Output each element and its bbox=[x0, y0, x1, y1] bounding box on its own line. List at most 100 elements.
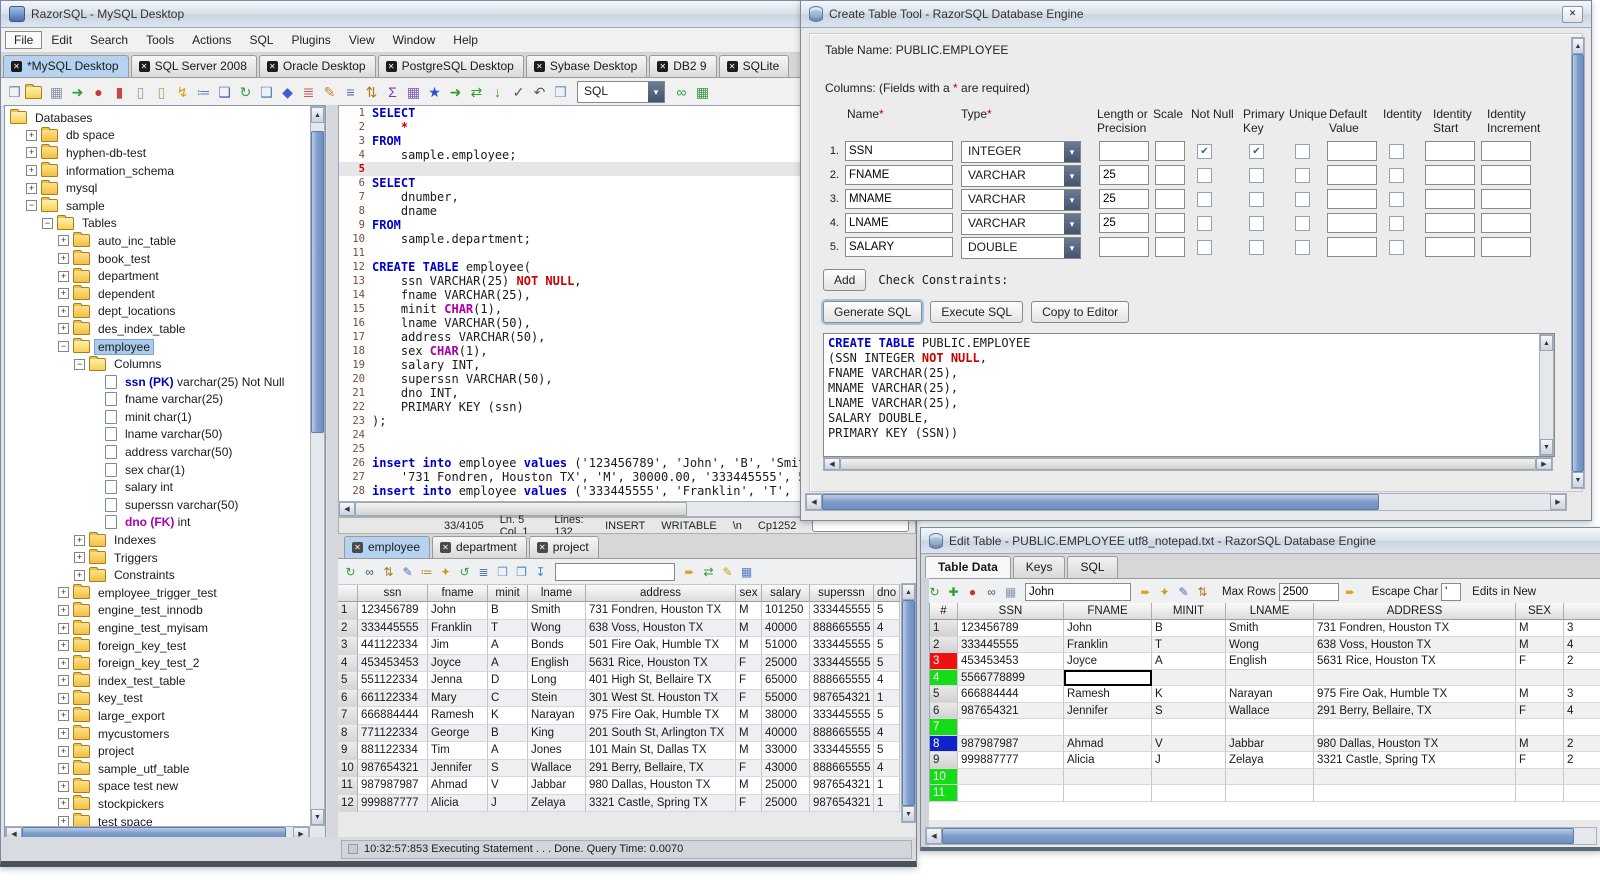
cell[interactable]: 40000 bbox=[762, 619, 810, 637]
apply-max-rows-icon[interactable]: ➨ bbox=[1342, 583, 1359, 600]
connection-tab-oracle-desktop[interactable]: ✕ Oracle Desktop bbox=[258, 55, 376, 77]
close-tab-icon[interactable]: ✕ bbox=[657, 60, 669, 72]
edit-cell-icon[interactable]: ✎ bbox=[1175, 583, 1192, 600]
cell[interactable]: Tim bbox=[428, 742, 488, 760]
scale-input[interactable] bbox=[1155, 189, 1185, 209]
cell[interactable]: 987987987 bbox=[958, 735, 1064, 752]
close-tab-icon[interactable]: ✕ bbox=[138, 60, 150, 72]
identity-checkbox-icon[interactable] bbox=[1389, 240, 1404, 255]
refresh-data-icon[interactable]: ⇄ bbox=[700, 563, 717, 580]
row-number-blue[interactable]: 8 bbox=[930, 735, 958, 752]
cell[interactable] bbox=[1314, 719, 1516, 736]
tree-item-indexes[interactable]: + Indexes bbox=[10, 531, 310, 549]
cell[interactable]: T bbox=[1152, 636, 1226, 653]
cell[interactable]: Jennifer bbox=[1064, 702, 1152, 719]
cell[interactable]: Wallace bbox=[528, 759, 586, 777]
cell[interactable]: M bbox=[1516, 620, 1564, 637]
tree-item-fname-varchar-25[interactable]: fname varchar(25) bbox=[10, 391, 310, 409]
insert-row-icon[interactable]: ✚ bbox=[945, 583, 962, 600]
cell[interactable]: 1 bbox=[874, 689, 900, 707]
scroll-up-icon[interactable]: ▲ bbox=[311, 107, 324, 123]
cell[interactable]: 3321 Castle, Spring TX bbox=[1314, 752, 1516, 769]
cell[interactable] bbox=[1516, 768, 1564, 785]
cell[interactable]: M bbox=[736, 619, 762, 637]
menu-edit[interactable]: Edit bbox=[42, 31, 81, 49]
cell[interactable]: 2 bbox=[1564, 752, 1600, 769]
refresh-results-icon[interactable]: ↻ bbox=[342, 563, 359, 580]
cell[interactable]: F bbox=[1516, 702, 1564, 719]
column-type-dropdown[interactable]: VARCHAR ▾ bbox=[961, 165, 1081, 187]
collapse-icon[interactable]: − bbox=[42, 217, 53, 229]
tree-item-key-test[interactable]: + key_test bbox=[10, 689, 310, 708]
close-tab-icon[interactable]: ✕ bbox=[266, 60, 278, 72]
expand-icon[interactable]: + bbox=[58, 622, 69, 634]
cell[interactable]: M bbox=[1516, 735, 1564, 752]
cell[interactable] bbox=[1152, 768, 1226, 785]
new-connection-icon[interactable]: ● bbox=[89, 83, 108, 102]
tree-item-sample[interactable]: − sample bbox=[10, 197, 310, 215]
tree-item-constraints[interactable]: + Constraints bbox=[10, 566, 310, 584]
tree-item-index-test-table[interactable]: + index_test_table bbox=[10, 672, 310, 690]
identity-checkbox-icon[interactable] bbox=[1389, 216, 1404, 231]
aggregate-icon[interactable]: Σ bbox=[383, 83, 402, 102]
cell[interactable]: Franklin bbox=[428, 619, 488, 637]
cell[interactable]: 333445555 bbox=[810, 602, 874, 620]
unique-checkbox-icon[interactable] bbox=[1295, 168, 1310, 183]
expand-icon[interactable]: + bbox=[58, 305, 69, 317]
close-tab-icon[interactable]: ✕ bbox=[726, 60, 738, 72]
cell[interactable]: S bbox=[488, 759, 528, 777]
delete-row-icon[interactable]: ● bbox=[964, 583, 981, 600]
compare-icon[interactable]: ◆ bbox=[278, 83, 297, 102]
column-type-dropdown[interactable]: INTEGER ▾ bbox=[961, 141, 1081, 163]
cell[interactable]: 1 bbox=[874, 777, 900, 795]
tree-item-des-index-table[interactable]: + des_index_table bbox=[10, 320, 310, 338]
menu-view[interactable]: View bbox=[340, 31, 384, 49]
edit-horizontal-scrollbar[interactable]: ◀ bbox=[925, 827, 1597, 845]
tree-item-foreign-key-test[interactable]: + foreign_key_test bbox=[10, 637, 310, 655]
column-header-lname[interactable]: lname bbox=[528, 585, 586, 602]
cell[interactable]: 975 Fire Oak, Humble TX bbox=[586, 707, 736, 725]
cell[interactable]: 5566778899 bbox=[958, 669, 1064, 686]
cell[interactable]: 999887777 bbox=[958, 752, 1064, 769]
search-go-icon[interactable]: ➨ bbox=[1137, 583, 1154, 600]
cell[interactable]: M bbox=[1516, 686, 1564, 703]
length-input[interactable] bbox=[1099, 141, 1149, 161]
results-tab-project[interactable]: ✕ project bbox=[528, 536, 599, 558]
cell[interactable]: Jabbar bbox=[1226, 735, 1314, 752]
cell[interactable]: 333445555 bbox=[358, 619, 428, 637]
column-header-rownum[interactable] bbox=[338, 585, 358, 602]
cell[interactable]: A bbox=[488, 654, 528, 672]
column-header-ssn[interactable]: SSN bbox=[958, 603, 1064, 620]
cell[interactable]: 38000 bbox=[762, 707, 810, 725]
menu-sql[interactable]: SQL bbox=[240, 31, 282, 49]
cell[interactable]: 333445555 bbox=[810, 742, 874, 760]
cell[interactable]: 975 Fire Oak, Humble TX bbox=[1314, 686, 1516, 703]
column-header-minit[interactable]: minit bbox=[488, 585, 528, 602]
menu-window[interactable]: Window bbox=[384, 31, 445, 49]
cell[interactable]: 5 bbox=[874, 637, 900, 655]
unique-checkbox-icon[interactable] bbox=[1295, 192, 1310, 207]
menu-help[interactable]: Help bbox=[444, 31, 487, 49]
row-number[interactable]: 2 bbox=[338, 619, 358, 637]
cell[interactable]: 5 bbox=[874, 742, 900, 760]
scroll-left-icon[interactable]: ◀ bbox=[926, 828, 942, 844]
cell[interactable]: 2 bbox=[1564, 735, 1600, 752]
row-number-green[interactable]: 7 bbox=[930, 719, 958, 736]
cell[interactable]: 453453453 bbox=[358, 654, 428, 672]
cell[interactable]: 987654321 bbox=[358, 759, 428, 777]
expand-icon[interactable]: + bbox=[26, 182, 37, 194]
cell[interactable]: 5631 Rice, Houston TX bbox=[586, 654, 736, 672]
cell[interactable]: Jones bbox=[528, 742, 586, 760]
scroll-right-icon[interactable]: ▶ bbox=[1536, 458, 1552, 470]
cell[interactable]: K bbox=[1152, 686, 1226, 703]
connection-tab-sqlite[interactable]: ✕ SQLite bbox=[718, 55, 790, 77]
cell[interactable]: 333445555 bbox=[810, 637, 874, 655]
cell[interactable]: 638 Voss, Houston TX bbox=[586, 619, 736, 637]
run-statement-icon[interactable]: ➜ bbox=[446, 83, 465, 102]
cell[interactable]: 5 bbox=[874, 602, 900, 620]
expand-icon[interactable]: + bbox=[26, 129, 37, 141]
cell[interactable]: 333445555 bbox=[810, 707, 874, 725]
cell[interactable]: 987654321 bbox=[958, 702, 1064, 719]
cell[interactable]: 5 bbox=[874, 654, 900, 672]
column-header-dno[interactable]: dno bbox=[874, 585, 900, 602]
